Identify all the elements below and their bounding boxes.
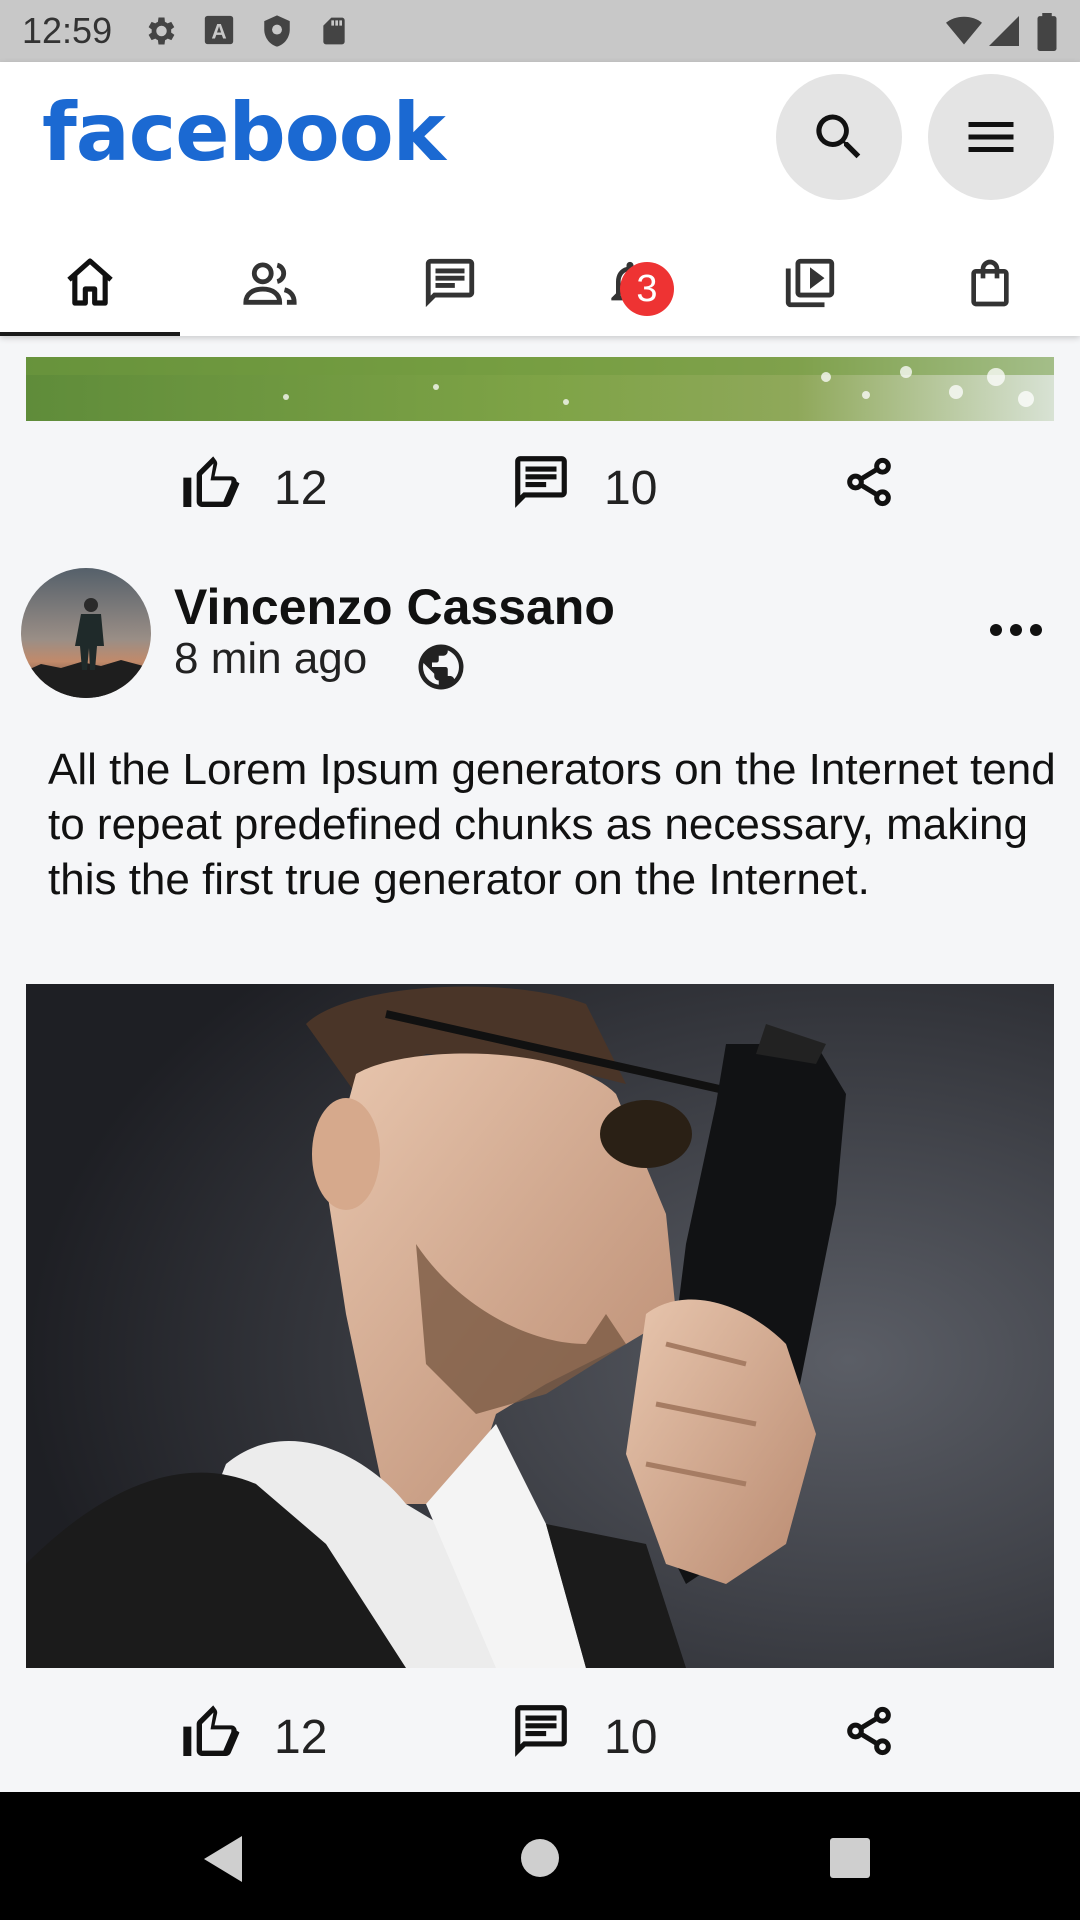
- tab-messages[interactable]: [360, 258, 540, 336]
- tab-watch[interactable]: [720, 258, 900, 336]
- search-button[interactable]: [776, 74, 902, 200]
- news-feed[interactable]: 12 10 Vincenzo Cassano 8 min ago All the…: [0, 336, 1080, 1792]
- like-button[interactable]: 12: [178, 439, 358, 529]
- back-icon[interactable]: [204, 1836, 244, 1882]
- tab-marketplace[interactable]: [900, 259, 1080, 336]
- svg-text:A: A: [211, 20, 226, 44]
- more-options-icon[interactable]: [988, 620, 1044, 640]
- post-actions: 12 10: [0, 1688, 1080, 1778]
- system-navigation-bar: [0, 1792, 1080, 1920]
- post-image[interactable]: [26, 984, 1054, 1668]
- tab-home[interactable]: [0, 258, 180, 336]
- like-count: 12: [274, 462, 328, 515]
- avatar[interactable]: [21, 568, 151, 698]
- tab-friends[interactable]: [180, 260, 360, 336]
- post-time: 8 min ago: [174, 634, 368, 683]
- comment-button[interactable]: 10: [510, 1688, 690, 1778]
- comment-count: 10: [604, 462, 658, 515]
- status-bar: 12:59 A: [0, 0, 1080, 62]
- wifi-icon: [944, 13, 984, 49]
- menu-button[interactable]: [928, 74, 1054, 200]
- shield-icon: [260, 13, 294, 49]
- sd-card-icon: [318, 13, 350, 49]
- signal-icon: [986, 13, 1022, 49]
- font-icon: A: [202, 13, 236, 47]
- author-name[interactable]: Vincenzo Cassano: [174, 578, 615, 636]
- settings-icon: [142, 13, 178, 49]
- post-text: All the Lorem Ipsum generators on the In…: [48, 745, 1056, 904]
- recents-icon[interactable]: [830, 1838, 870, 1878]
- comment-count: 10: [604, 1711, 658, 1764]
- like-count: 12: [274, 1711, 328, 1764]
- comment-button[interactable]: 10: [510, 439, 690, 529]
- battery-icon: [1036, 13, 1058, 51]
- post-actions: 12 10: [0, 439, 1080, 529]
- facebook-logo[interactable]: facebook: [42, 86, 446, 179]
- share-button[interactable]: [842, 439, 902, 529]
- active-tab-indicator: [0, 332, 180, 336]
- status-time: 12:59: [22, 10, 113, 51]
- globe-icon: [414, 640, 468, 694]
- home-circle-icon[interactable]: [520, 1838, 560, 1878]
- like-button[interactable]: 12: [178, 1688, 358, 1778]
- share-button[interactable]: [842, 1688, 902, 1778]
- notification-badge: 3: [620, 262, 674, 316]
- app-header: facebook 3: [0, 62, 1080, 336]
- post-image[interactable]: [26, 357, 1054, 421]
- post-header: Vincenzo Cassano 8 min ago: [0, 568, 1080, 708]
